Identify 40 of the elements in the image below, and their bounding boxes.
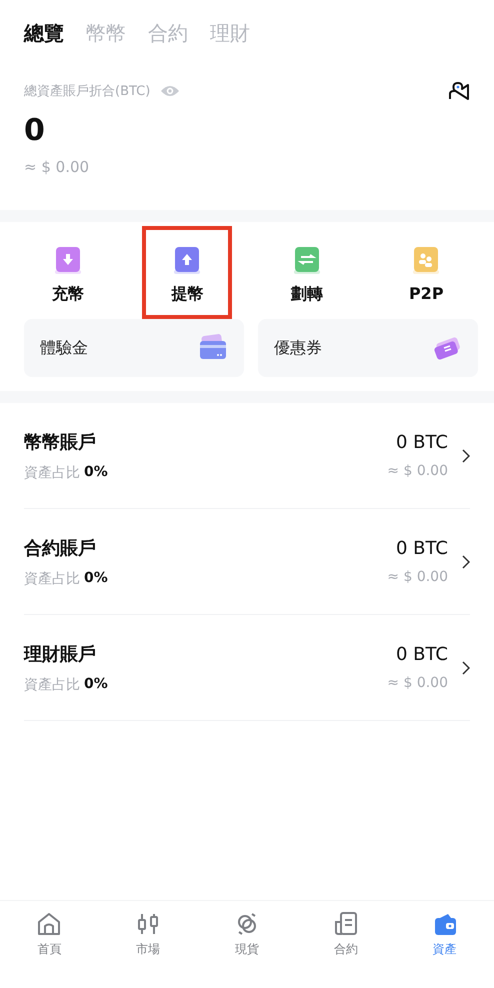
action-button[interactable]: 提幣 — [142, 226, 232, 319]
share-value: 0% — [84, 676, 108, 694]
account-amount: 0 BTC — [396, 644, 448, 665]
account-fiat: ≈ $ 0.00 — [387, 463, 448, 479]
share-label: 資產占比 — [24, 464, 80, 482]
account-amount: 0 BTC — [396, 538, 448, 559]
account-row[interactable]: 合約賬戶 資產占比 0% 0 BTC ≈ $ 0.00 — [24, 509, 470, 615]
balance-value: 0 — [24, 113, 46, 148]
promo-card[interactable]: 優惠券 — [258, 319, 478, 377]
action-button[interactable]: 充幣 — [22, 226, 113, 319]
card-icon — [198, 334, 228, 362]
share-label: 資產占比 — [24, 676, 80, 694]
account-row[interactable]: 理財賬戶 資產占比 0% 0 BTC ≈ $ 0.00 — [24, 615, 470, 721]
home-icon — [36, 911, 62, 937]
profile-icon[interactable] — [448, 81, 470, 101]
document-icon — [332, 911, 359, 937]
share-value: 0% — [84, 464, 108, 482]
balance-label: 總資產賬戶折合(BTC) — [24, 83, 150, 100]
share-label: 資產占比 — [24, 570, 80, 588]
action-button[interactable]: P2P — [381, 226, 472, 319]
account-name: 合約賬戶 — [24, 536, 97, 560]
nav-tab[interactable]: 現貨 — [234, 911, 260, 959]
account-fiat: ≈ $ 0.00 — [387, 675, 448, 691]
nav-tab[interactable]: 首頁 — [36, 911, 62, 959]
account-fiat: ≈ $ 0.00 — [387, 569, 448, 585]
promo-card[interactable]: 體驗金 — [24, 319, 244, 377]
nav-tab[interactable]: 資產 — [432, 911, 458, 959]
fiat-value: ≈ $ 0.00 — [24, 158, 90, 176]
account-name: 幣幣賬戶 — [24, 430, 97, 454]
nav-tab[interactable]: 市場 — [135, 911, 162, 959]
chevron-icon — [462, 660, 470, 674]
chevron-icon — [462, 554, 470, 568]
account-amount: 0 BTC — [396, 432, 448, 453]
account-name: 理財賬戶 — [24, 642, 97, 666]
account-row[interactable]: 幣幣賬戶 資產占比 0% 0 BTC ≈ $ 0.00 — [24, 403, 470, 509]
action-button[interactable]: 劃轉 — [262, 226, 352, 319]
tab[interactable]: 總覽 — [24, 18, 64, 49]
chevron-icon — [462, 448, 470, 462]
nav-tab[interactable]: 合約 — [332, 911, 359, 959]
share-value: 0% — [84, 570, 108, 588]
